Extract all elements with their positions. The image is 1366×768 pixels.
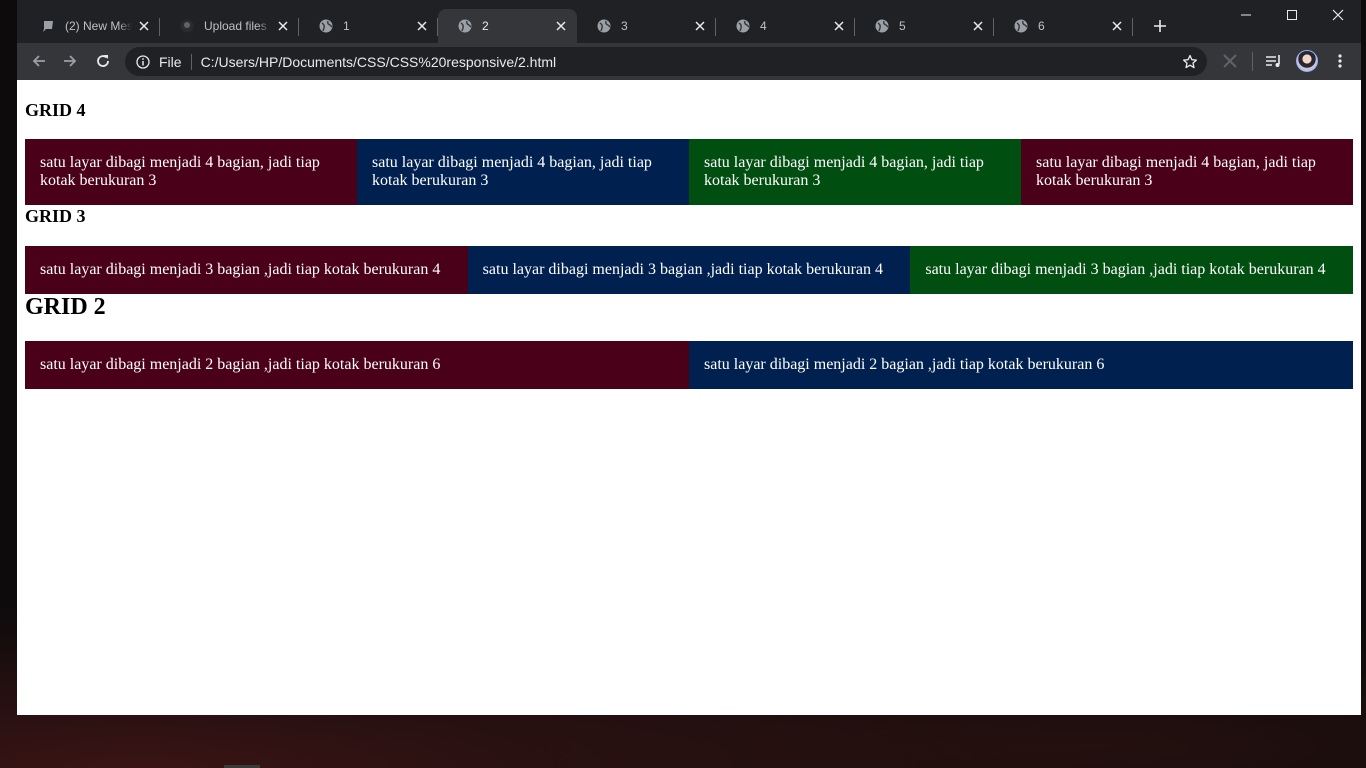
tab-title: 3 <box>621 19 628 33</box>
info-icon[interactable] <box>135 54 151 70</box>
globe-icon <box>458 19 472 33</box>
grid3-box: satu layar dibagi menjadi 3 bagian ,jadi… <box>25 246 468 294</box>
grid4-box: satu layar dibagi menjadi 4 bagian, jadi… <box>25 139 357 205</box>
globe-icon <box>1014 19 1028 33</box>
globe-icon <box>319 19 333 33</box>
menu-icon[interactable] <box>1328 49 1352 73</box>
tab-5[interactable]: 5 <box>855 9 994 43</box>
close-icon[interactable] <box>275 18 291 34</box>
window-close-button[interactable] <box>1315 0 1361 30</box>
tab-1[interactable]: 1 <box>299 9 438 43</box>
grid3-box: satu layar dibagi menjadi 3 bagian ,jadi… <box>910 246 1354 294</box>
tab-3[interactable]: 3 <box>577 9 716 43</box>
globe-icon <box>736 19 750 33</box>
forward-button[interactable] <box>58 49 82 73</box>
tab-title: 5 <box>899 19 906 33</box>
github-icon <box>180 19 194 33</box>
grid2-heading: GRID 2 <box>25 294 106 320</box>
tab-4[interactable]: 4 <box>716 9 855 43</box>
globe-icon <box>875 19 889 33</box>
tab-new-messages[interactable]: (2) New Messa <box>21 9 160 43</box>
grid3-row: satu layar dibagi menjadi 3 bagian ,jadi… <box>25 246 1354 294</box>
tab-upload-files[interactable]: Upload files · <box>160 9 299 43</box>
back-button[interactable] <box>27 49 51 73</box>
chat-icon <box>41 19 55 33</box>
close-icon[interactable] <box>553 18 569 34</box>
grid4-box: satu layar dibagi menjadi 4 bagian, jadi… <box>357 139 689 205</box>
close-icon[interactable] <box>831 18 847 34</box>
tab-title: 1 <box>343 19 350 33</box>
browser-toolbar: File C:/Users/HP/Documents/CSS/CSS%20res… <box>17 43 1361 80</box>
close-icon[interactable] <box>692 18 708 34</box>
tab-title: 6 <box>1038 19 1045 33</box>
grid4-box: satu layar dibagi menjadi 4 bagian, jadi… <box>1021 139 1353 205</box>
scheme-label: File <box>159 53 182 70</box>
profile-avatar[interactable] <box>1296 50 1318 72</box>
address-bar[interactable]: File C:/Users/HP/Documents/CSS/CSS%20res… <box>125 47 1207 76</box>
extension-icon[interactable] <box>1218 49 1242 73</box>
close-icon[interactable] <box>414 18 430 34</box>
close-icon[interactable] <box>1109 18 1125 34</box>
close-icon[interactable] <box>136 18 152 34</box>
grid2-row: satu layar dibagi menjadi 2 bagian ,jadi… <box>25 341 1353 389</box>
tab-strip: (2) New Messa Upload files · 1 <box>17 0 1361 43</box>
browser-window: (2) New Messa Upload files · 1 <box>17 0 1361 715</box>
close-icon[interactable] <box>970 18 986 34</box>
globe-icon <box>597 19 611 33</box>
new-tab-button[interactable] <box>1149 15 1171 37</box>
grid4-row: satu layar dibagi menjadi 4 bagian, jadi… <box>25 139 1353 205</box>
grid3-heading: GRID 3 <box>25 206 86 226</box>
grid4-box: satu layar dibagi menjadi 4 bagian, jadi… <box>689 139 1021 205</box>
tab-separator <box>1132 18 1133 36</box>
grid2-box: satu layar dibagi menjadi 2 bagian ,jadi… <box>25 341 689 389</box>
media-control-icon[interactable] <box>1262 49 1286 73</box>
grid4-heading: GRID 4 <box>25 100 86 120</box>
tab-2[interactable]: 2 <box>438 9 577 43</box>
address-divider <box>190 53 192 70</box>
star-icon[interactable] <box>1181 53 1199 71</box>
url-text[interactable]: C:/Users/HP/Documents/CSS/CSS%20responsi… <box>201 54 557 70</box>
grid3-box: satu layar dibagi menjadi 3 bagian ,jadi… <box>467 246 911 294</box>
minimize-button[interactable] <box>1223 0 1269 30</box>
maximize-button[interactable] <box>1269 0 1315 30</box>
grid2-box: satu layar dibagi menjadi 2 bagian ,jadi… <box>689 341 1353 389</box>
page-content: GRID 4 satu layar dibagi menjadi 4 bagia… <box>17 80 1361 715</box>
tab-title: Upload files · <box>204 19 271 33</box>
tab-title: (2) New Messa <box>65 19 132 33</box>
tab-6[interactable]: 6 <box>994 9 1133 43</box>
toolbar-separator <box>1252 52 1253 71</box>
tab-title: 4 <box>760 19 767 33</box>
tab-title: 2 <box>482 19 489 33</box>
reload-button[interactable] <box>91 49 115 73</box>
